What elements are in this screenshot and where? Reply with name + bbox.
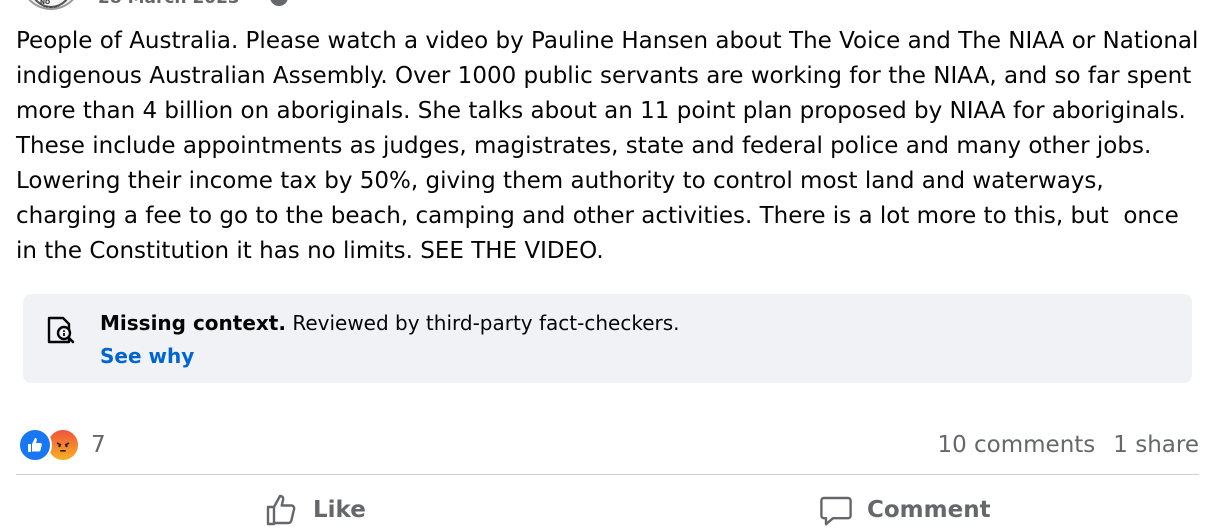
fact-check-notice: Missing context. Reviewed by third-party…: [23, 294, 1192, 383]
thumbs-up-icon: [266, 494, 296, 526]
avatar-text: NO VACCINE: [40, 0, 70, 10]
post-header: NO VACCINE 28 March 2023: [0, 0, 600, 10]
post-date[interactable]: 28 March 2023: [98, 0, 240, 8]
fact-check-title: Missing context.: [100, 311, 286, 335]
facebook-post: NO VACCINE 28 March 2023 People of Austr…: [0, 0, 1212, 529]
comment-button[interactable]: Comment: [819, 490, 991, 529]
like-label: Like: [313, 497, 366, 523]
avatar[interactable]: NO VACCINE: [20, 0, 82, 10]
comments-count[interactable]: 10 comments: [937, 432, 1095, 458]
fact-check-text: Missing context. Reviewed by third-party…: [100, 310, 680, 336]
like-button[interactable]: Like: [265, 490, 366, 529]
see-why-link[interactable]: See why: [100, 343, 194, 369]
like-reaction-icon: [18, 428, 52, 462]
shares-count[interactable]: 1 share: [1113, 432, 1199, 458]
divider: [16, 474, 1199, 475]
post-body-text: People of Australia. Please watch a vide…: [16, 28, 1206, 264]
fact-check-description: Reviewed by third-party fact-checkers.: [285, 311, 680, 335]
reaction-count: 7: [91, 432, 106, 458]
fact-check-magnifier-icon: [47, 316, 75, 344]
engagement-counts: 10 comments 1 share: [937, 431, 1199, 459]
globe-icon: [270, 0, 288, 6]
comment-label: Comment: [867, 497, 991, 523]
comment-bubble-icon: [820, 496, 852, 526]
